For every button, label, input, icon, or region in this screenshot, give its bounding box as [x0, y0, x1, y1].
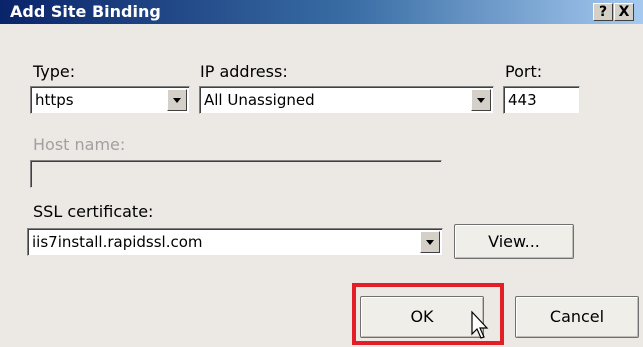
port-value: 443 [508, 91, 537, 109]
host-name-label: Host name: [33, 135, 126, 154]
ssl-certificate-select[interactable]: iis7install.rapidssl.com [27, 228, 443, 256]
ip-address-dropdown-button[interactable] [471, 89, 491, 111]
window-title: Add Site Binding [10, 2, 161, 21]
type-select[interactable]: https [30, 86, 190, 114]
ssl-certificate-label: SSL certificate: [33, 202, 154, 221]
view-button-label: View... [488, 232, 540, 251]
mouse-pointer-icon [471, 310, 489, 339]
chevron-down-icon [426, 240, 434, 245]
port-label: Port: [505, 62, 543, 81]
chevron-down-icon [173, 98, 181, 103]
type-dropdown-button[interactable] [167, 89, 187, 111]
type-value: https [35, 91, 74, 109]
cancel-button[interactable]: Cancel [515, 296, 639, 338]
title-bar: Add Site Binding ? X [0, 0, 643, 24]
ip-address-select[interactable]: All Unassigned [199, 86, 494, 114]
view-certificate-button[interactable]: View... [454, 224, 574, 259]
close-button[interactable]: X [614, 3, 634, 21]
ip-address-label: IP address: [200, 62, 288, 81]
cancel-button-label: Cancel [549, 307, 605, 326]
host-name-input[interactable] [30, 160, 442, 188]
help-button[interactable]: ? [593, 3, 613, 21]
chevron-down-icon [477, 98, 485, 103]
port-input[interactable]: 443 [503, 86, 580, 114]
add-site-binding-dialog: Add Site Binding ? X Type: https IP addr… [0, 0, 643, 347]
type-label: Type: [33, 62, 76, 81]
ssl-certificate-dropdown-button[interactable] [420, 231, 440, 253]
ip-address-value: All Unassigned [204, 91, 315, 109]
ssl-certificate-value: iis7install.rapidssl.com [32, 233, 203, 251]
